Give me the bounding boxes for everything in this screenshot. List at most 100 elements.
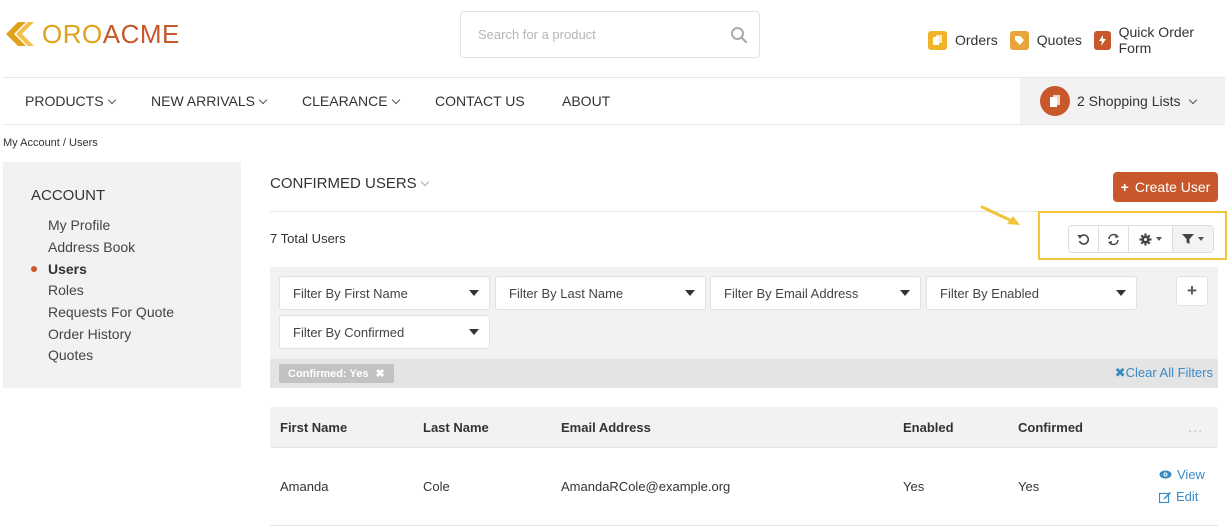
caret-down-icon <box>1198 237 1204 241</box>
nav-item-contact-us[interactable]: CONTACT US <box>435 93 525 109</box>
quick-order-link-label: Quick Order Form <box>1118 24 1195 56</box>
table-header: First Name Last Name Email Address Enabl… <box>270 407 1218 448</box>
cell-last-name: Cole <box>423 479 450 494</box>
gear-icon <box>1139 233 1152 245</box>
brand-oro: ORO <box>42 18 103 49</box>
nav-label-clearance: CLEARANCE <box>302 93 388 109</box>
quick-order-icon <box>1093 30 1111 50</box>
column-header-last-name[interactable]: Last Name <box>423 420 489 435</box>
cell-confirmed: Yes <box>1018 479 1040 494</box>
view-label: View <box>1177 467 1205 482</box>
filter-label: Filter By Email Address <box>724 285 859 301</box>
nav-item-clearance[interactable]: CLEARANCE <box>302 93 400 109</box>
quotes-link[interactable]: Quotes <box>1009 30 1082 50</box>
clear-all-filters-link[interactable]: ✖Clear All Filters <box>1115 365 1213 381</box>
nav-label-new-arrivals: NEW ARRIVALS <box>151 93 255 109</box>
filter-label: Filter By First Name <box>293 285 408 301</box>
breadcrumb[interactable]: My Account / Users <box>3 137 98 149</box>
cell-email: AmandaRCole@example.org <box>561 479 731 494</box>
top-links: Orders Quotes Quick Order Form <box>928 24 1229 56</box>
row-actions-header: ... <box>1188 419 1203 435</box>
quotes-icon <box>1009 30 1029 50</box>
search-box <box>460 11 760 58</box>
brand-logo[interactable]: OROACME <box>4 18 180 50</box>
nav-item-products[interactable]: PRODUCTS <box>25 93 116 109</box>
sidebar-item-my-profile[interactable]: My Profile <box>48 217 110 233</box>
filter-icon <box>1182 234 1194 244</box>
orders-link-label: Orders <box>955 32 998 48</box>
close-icon: ✖ <box>1114 365 1126 380</box>
plus-icon: + <box>1120 179 1129 195</box>
quotes-link-label: Quotes <box>1036 32 1082 48</box>
chevron-down-icon <box>1188 95 1197 104</box>
active-filters-bar: Confirmed: Yes ✖ ✖Clear All Filters <box>270 359 1218 388</box>
reset-button[interactable] <box>1069 226 1099 252</box>
nav-label-contact-us: CONTACT US <box>435 93 525 109</box>
shopping-lists-dropdown[interactable]: 2 Shopping Lists <box>1020 78 1225 124</box>
chevron-down-icon <box>107 95 116 104</box>
view-action[interactable]: View <box>1159 467 1205 482</box>
plus-icon: + <box>1187 281 1197 300</box>
sidebar-item-users[interactable]: Users <box>48 261 87 277</box>
filter-confirmed[interactable]: Filter By Confirmed <box>279 315 490 349</box>
sidebar-item-roles[interactable]: Roles <box>48 282 84 298</box>
active-filter-label: Confirmed: Yes <box>288 367 369 380</box>
sidebar-item-order-history[interactable]: Order History <box>48 326 131 342</box>
sidebar-item-requests-for-quote[interactable]: Requests For Quote <box>48 304 174 320</box>
column-header-confirmed[interactable]: Confirmed <box>1018 420 1083 435</box>
chevron-down-icon <box>420 177 429 187</box>
column-header-email-address[interactable]: Email Address <box>561 420 651 435</box>
clear-all-label: Clear All Filters <box>1125 365 1213 380</box>
filter-last-name[interactable]: Filter By Last Name <box>495 276 706 310</box>
shopping-list-icon <box>1040 86 1070 116</box>
caret-down-icon <box>469 290 479 296</box>
page-title: CONFIRMED USERS <box>270 175 417 192</box>
grid-view-selector[interactable]: CONFIRMED USERS <box>270 175 429 192</box>
cell-first-name: Amanda <box>280 479 329 494</box>
caret-down-icon <box>900 290 910 296</box>
sidebar-item-address-book[interactable]: Address Book <box>48 239 135 255</box>
filter-label: Filter By Confirmed <box>293 324 405 340</box>
search-icon[interactable] <box>719 26 759 44</box>
nav-item-about[interactable]: ABOUT <box>562 93 610 109</box>
filter-toggle-button[interactable] <box>1173 226 1213 252</box>
edit-action[interactable]: Edit <box>1159 489 1198 504</box>
quick-order-link[interactable]: Quick Order Form <box>1093 24 1217 56</box>
filter-label: Filter By Enabled <box>940 285 1039 301</box>
add-filter-button[interactable]: + <box>1176 276 1208 306</box>
edit-icon <box>1159 491 1171 503</box>
grid-settings-button[interactable] <box>1129 226 1173 252</box>
filter-enabled[interactable]: Filter By Enabled <box>926 276 1137 310</box>
nav-label-products: PRODUCTS <box>25 93 104 109</box>
active-indicator-dot <box>31 266 37 272</box>
nav-label-about: ABOUT <box>562 93 611 109</box>
remove-filter-icon[interactable]: ✖ <box>376 367 385 380</box>
filter-email-address[interactable]: Filter By Email Address <box>710 276 921 310</box>
filter-first-name[interactable]: Filter By First Name <box>279 276 490 310</box>
undo-icon <box>1077 233 1090 245</box>
grid-toolbar <box>1068 225 1214 253</box>
column-header-first-name[interactable]: First Name <box>280 420 347 435</box>
create-user-label: Create User <box>1134 179 1211 195</box>
caret-down-icon <box>1116 290 1126 296</box>
main-nav: PRODUCTS NEW ARRIVALS CLEARANCE CONTACT … <box>3 77 1225 125</box>
create-user-button[interactable]: + Create User <box>1113 172 1218 202</box>
refresh-button[interactable] <box>1099 226 1129 252</box>
refresh-icon <box>1108 233 1119 245</box>
orders-link[interactable]: Orders <box>928 30 998 50</box>
account-sidebar: ACCOUNT My Profile Address Book Users Ro… <box>3 162 241 388</box>
table-row: Amanda Cole AmandaRCole@example.org Yes … <box>270 448 1218 526</box>
sidebar-item-quotes[interactable]: Quotes <box>48 347 93 363</box>
filter-label: Filter By Last Name <box>509 285 624 301</box>
nav-item-new-arrivals[interactable]: NEW ARRIVALS <box>151 93 268 109</box>
sidebar-title: ACCOUNT <box>31 187 106 204</box>
brand-acme: ACME <box>102 18 180 49</box>
search-input[interactable] <box>461 12 719 57</box>
shopping-lists-label: 2 Shopping Lists <box>1077 93 1181 109</box>
caret-down-icon <box>685 290 695 296</box>
column-header-enabled[interactable]: Enabled <box>903 420 954 435</box>
cell-enabled: Yes <box>903 479 925 494</box>
active-filter-chip[interactable]: Confirmed: Yes ✖ <box>279 364 394 383</box>
filter-panel: Filter By First Name Filter By Last Name… <box>270 267 1218 359</box>
annotation-arrow-icon <box>980 204 1022 231</box>
